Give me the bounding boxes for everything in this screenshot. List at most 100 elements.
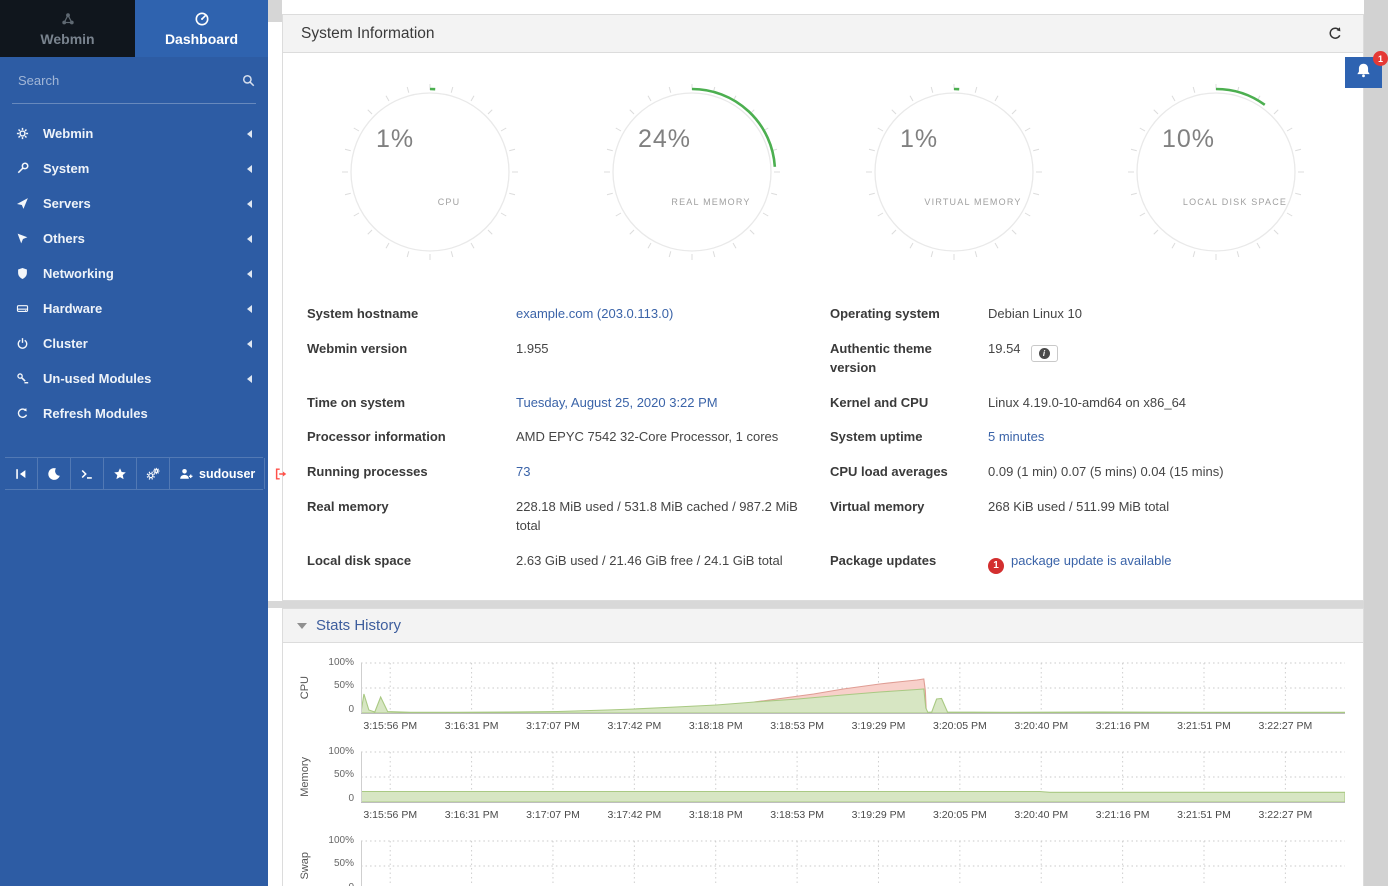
gauges-row: 1% CPU 24% REAL MEMORY 1% VIRTUAL MEMORY… bbox=[283, 53, 1363, 273]
sidebar-item-label: Cluster bbox=[43, 336, 88, 351]
info-value-link[interactable]: 5 minutes bbox=[988, 429, 1044, 444]
info-value-link[interactable]: package update is available bbox=[1011, 553, 1171, 568]
system-information-header: System Information bbox=[283, 15, 1363, 53]
info-label: Virtual memory bbox=[830, 490, 988, 544]
sidebar-item-webmin[interactable]: Webmin bbox=[0, 116, 268, 151]
night-mode-button[interactable] bbox=[38, 458, 71, 489]
sidebar-search bbox=[12, 57, 256, 104]
gauge-cpu: 1% CPU bbox=[339, 81, 521, 263]
svg-text:LOCAL DISK SPACE: LOCAL DISK SPACE bbox=[1183, 197, 1287, 207]
power-icon bbox=[16, 337, 43, 350]
collapse-sidebar-button[interactable] bbox=[5, 458, 38, 489]
caret-left-icon bbox=[247, 270, 252, 278]
gear-icon bbox=[16, 127, 43, 140]
sidebar-item-hardware[interactable]: Hardware bbox=[0, 291, 268, 326]
info-value-link[interactable]: Tuesday, August 25, 2020 3:22 PM bbox=[516, 395, 718, 410]
info-value-link[interactable]: example.com (203.0.113.0) bbox=[516, 306, 673, 321]
info-label: Time on system bbox=[307, 386, 516, 421]
y-axis: 100% 50% 0 bbox=[317, 661, 361, 714]
info-value-cell: example.com (203.0.113.0) bbox=[516, 297, 830, 332]
y-tick: 100% bbox=[328, 657, 354, 668]
caret-left-icon bbox=[247, 200, 252, 208]
settings-button[interactable] bbox=[137, 458, 170, 489]
gears-icon bbox=[146, 467, 160, 481]
sidebar-item-servers[interactable]: Servers bbox=[0, 186, 268, 221]
caret-left-icon bbox=[247, 165, 252, 173]
info-value-cell: 1package update is available bbox=[988, 544, 1339, 582]
sidebar-item-label: Hardware bbox=[43, 301, 102, 316]
theme-info-button[interactable]: i bbox=[1031, 345, 1058, 362]
x-tick: 3:22:27 PM bbox=[1259, 720, 1313, 732]
tab-dashboard[interactable]: Dashboard bbox=[135, 0, 268, 57]
y-axis: 100% 50% 0 bbox=[317, 839, 361, 886]
x-tick: 3:17:42 PM bbox=[607, 809, 661, 821]
chart-plot-area: 3:15:56 PM3:16:31 PM3:17:07 PM3:17:42 PM… bbox=[361, 661, 1345, 737]
svg-text:10%: 10% bbox=[1162, 125, 1215, 153]
y-tick: 50% bbox=[334, 680, 354, 691]
sidebar-item-cluster[interactable]: Cluster bbox=[0, 326, 268, 361]
svg-text:1%: 1% bbox=[900, 125, 938, 153]
sidebar-item-refresh-modules[interactable]: Refresh Modules bbox=[0, 396, 268, 431]
info-label: Real memory bbox=[307, 490, 516, 544]
y-tick: 50% bbox=[334, 858, 354, 869]
caret-left-icon bbox=[247, 130, 252, 138]
svg-text:24%: 24% bbox=[638, 125, 691, 153]
refresh-icon bbox=[16, 407, 43, 420]
logout-button[interactable] bbox=[265, 458, 297, 489]
x-tick: 3:21:51 PM bbox=[1177, 809, 1231, 821]
info-label: Authentic theme version bbox=[830, 332, 988, 386]
search-input[interactable] bbox=[12, 73, 241, 88]
page-title: System Information bbox=[301, 25, 435, 43]
wrench-icon bbox=[16, 162, 43, 175]
system-information-panel: System Information 1% CPU 24% REAL MEMOR… bbox=[282, 14, 1364, 601]
info-value: 268 KiB used / 511.99 MiB total bbox=[988, 499, 1169, 514]
location-arrow-icon bbox=[16, 232, 43, 245]
y-tick: 0 bbox=[348, 793, 354, 804]
info-value-cell: Debian Linux 10 bbox=[988, 297, 1339, 332]
info-value-link[interactable]: 73 bbox=[516, 464, 530, 479]
notifications-button[interactable]: 1 bbox=[1345, 57, 1382, 88]
info-value: AMD EPYC 7542 32-Core Processor, 1 cores bbox=[516, 429, 778, 444]
y-tick: 0 bbox=[348, 882, 354, 886]
x-tick: 3:18:18 PM bbox=[689, 809, 743, 821]
sidebar-item-label: Networking bbox=[43, 266, 114, 281]
tab-dashboard-label: Dashboard bbox=[165, 31, 238, 47]
scrollbar[interactable] bbox=[1364, 0, 1388, 886]
x-tick: 3:20:40 PM bbox=[1014, 720, 1068, 732]
search-icon[interactable] bbox=[241, 73, 256, 88]
tab-webmin[interactable]: Webmin bbox=[0, 0, 135, 57]
sidebar-item-un-used-modules[interactable]: Un-used Modules bbox=[0, 361, 268, 396]
x-tick: 3:18:18 PM bbox=[689, 720, 743, 732]
sidebar-item-system[interactable]: System bbox=[0, 151, 268, 186]
x-tick: 3:17:07 PM bbox=[526, 809, 580, 821]
x-axis: 3:15:56 PM3:16:31 PM3:17:07 PM3:17:42 PM… bbox=[361, 806, 1345, 826]
caret-left-icon bbox=[247, 340, 252, 348]
sidebar-item-others[interactable]: Others bbox=[0, 221, 268, 256]
svg-text:VIRTUAL MEMORY: VIRTUAL MEMORY bbox=[924, 197, 1021, 207]
stats-history-header[interactable]: Stats History bbox=[283, 609, 1363, 643]
sidebar-item-networking[interactable]: Networking bbox=[0, 256, 268, 291]
favorites-button[interactable] bbox=[104, 458, 137, 489]
sidebar-item-label: System bbox=[43, 161, 89, 176]
info-icon: i bbox=[1039, 348, 1050, 359]
top-tabs: Webmin Dashboard bbox=[0, 0, 268, 57]
chart-plot-area: 3:15:56 PM3:16:31 PM3:17:07 PM3:17:42 PM… bbox=[361, 839, 1345, 886]
info-label: Operating system bbox=[830, 297, 988, 332]
terminal-button[interactable] bbox=[71, 458, 104, 489]
gauge-virtual-memory: 1% VIRTUAL MEMORY bbox=[863, 81, 1045, 263]
shield-icon bbox=[16, 267, 43, 280]
stats-charts: CPU 100% 50% 0 3:15:56 PM3:16:31 PM3:17:… bbox=[283, 643, 1363, 886]
username-label: sudouser bbox=[199, 467, 255, 481]
y-tick: 100% bbox=[328, 835, 354, 846]
user-button[interactable]: sudouser bbox=[170, 458, 265, 489]
info-value-cell: 0.09 (1 min) 0.07 (5 mins) 0.04 (15 mins… bbox=[988, 455, 1339, 490]
bell-icon bbox=[1355, 62, 1372, 84]
info-value: 0.09 (1 min) 0.07 (5 mins) 0.04 (15 mins… bbox=[988, 464, 1224, 479]
info-value-cell: 2.63 GiB used / 21.46 GiB free / 24.1 Gi… bbox=[516, 544, 830, 582]
refresh-button[interactable] bbox=[1325, 24, 1345, 44]
sidebar-item-label: Webmin bbox=[43, 126, 93, 141]
main-content: System Information 1% CPU 24% REAL MEMOR… bbox=[268, 0, 1388, 886]
x-tick: 3:19:29 PM bbox=[852, 809, 906, 821]
y-tick: 0 bbox=[348, 704, 354, 715]
collapse-icon bbox=[14, 467, 28, 481]
